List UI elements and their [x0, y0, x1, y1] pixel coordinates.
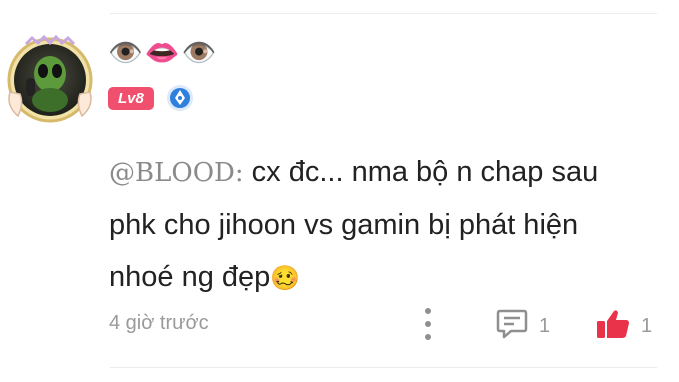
reply-button[interactable]: 1: [495, 308, 550, 345]
reply-count: 1: [539, 315, 551, 337]
comment-body: @BLOOD: cx đc... nma bộ n chap sau phk c…: [109, 146, 649, 305]
bottom-divider: [110, 367, 657, 368]
like-count: 1: [641, 315, 653, 337]
thumbs-up-icon: [595, 308, 631, 345]
avatar[interactable]: [4, 34, 96, 126]
comment-icon: [495, 308, 529, 345]
level-badge: Lv8: [108, 86, 154, 110]
mention-link[interactable]: @BLOOD:: [109, 158, 244, 188]
top-divider: [110, 13, 657, 14]
comment-footer: 4 giờ trước 1 1: [109, 306, 669, 342]
timestamp: 4 giờ trước: [109, 312, 209, 334]
woozy-face-emoji: 🥴: [270, 265, 301, 292]
pen-badge-icon: [166, 84, 194, 112]
dot: [425, 308, 431, 314]
user-badges: Lv8: [108, 84, 194, 112]
dot: [425, 334, 431, 340]
username[interactable]: 👁️👄👁️: [108, 36, 219, 70]
more-options-button[interactable]: [423, 306, 433, 342]
like-button[interactable]: 1: [595, 308, 652, 345]
dot: [425, 321, 431, 327]
